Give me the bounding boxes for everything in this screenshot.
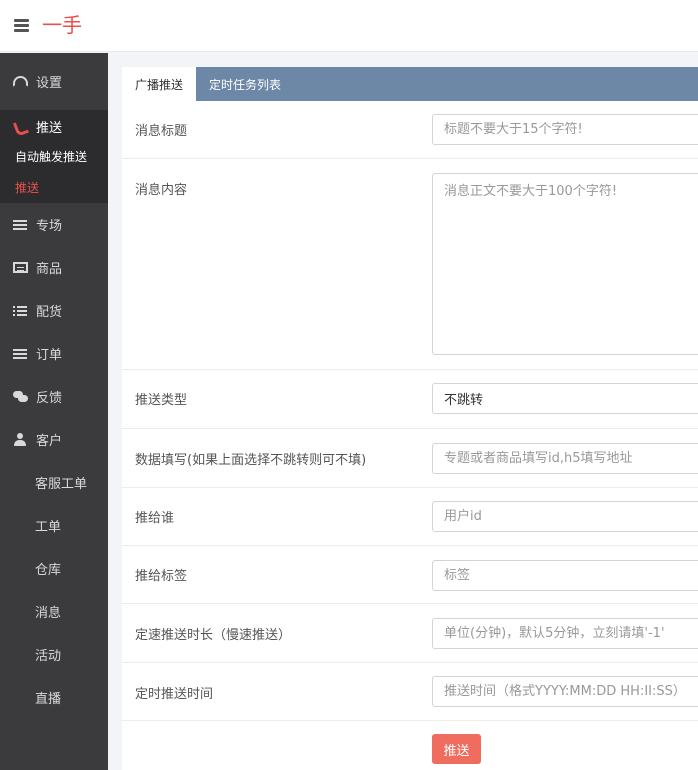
form-row-target: 推给谁	[122, 488, 698, 546]
list-icon	[13, 347, 28, 361]
tag-input[interactable]	[432, 560, 698, 591]
sidebar-item-special[interactable]: 专场	[0, 203, 108, 246]
form-row-duration: 定速推送时长（慢速推送）	[122, 604, 698, 663]
title-label: 消息标题	[135, 124, 188, 139]
sidebar-item-distribution[interactable]: 配货	[0, 289, 108, 332]
push-submit-button[interactable]: 推送	[432, 734, 481, 764]
sidebar-item-label: 商品	[36, 262, 63, 277]
sidebar-item-push[interactable]: 推送	[0, 110, 108, 141]
ordered-list-icon	[13, 304, 28, 318]
sidebar-item-messages[interactable]: 消息	[0, 590, 108, 633]
sidebar-subitem-push[interactable]: 推送	[0, 172, 108, 203]
sidebar-item-goods[interactable]: 商品	[0, 246, 108, 289]
duration-input[interactable]	[432, 618, 698, 649]
form-row-type: 推送类型 不跳转	[122, 370, 698, 429]
content-textarea[interactable]	[432, 173, 698, 355]
sidebar-item-label: 客户	[36, 434, 63, 449]
brand-logo: 一手	[42, 13, 82, 37]
data-label: 数据填写(如果上面选择不跳转则可不填)	[135, 453, 367, 468]
sidebar-item-warehouse[interactable]: 仓库	[0, 547, 108, 590]
form-row-tag: 推给标签	[122, 546, 698, 604]
comments-icon	[13, 390, 28, 404]
sidebar-item-settings[interactable]: 设置	[0, 53, 108, 110]
sidebar: 设置 推送 自动触发推送 推送 专场 商品 配货 订单 反馈 客户 客服工单 工…	[0, 53, 108, 770]
sidebar-subitem-auto-push[interactable]: 自动触发推送	[0, 141, 108, 172]
data-input[interactable]	[432, 443, 698, 474]
target-label: 推给谁	[135, 511, 175, 526]
sidebar-item-tickets[interactable]: 工单	[0, 504, 108, 547]
user-id-input[interactable]	[432, 501, 698, 532]
form-row-content: 消息内容	[122, 159, 698, 370]
card-icon	[13, 262, 28, 273]
sidebar-item-live[interactable]: 直播	[0, 676, 108, 719]
tab-scheduled-tasks[interactable]: 定时任务列表	[196, 67, 294, 101]
dashboard-icon	[13, 76, 28, 87]
tab-bar: 广播推送 定时任务列表	[122, 67, 698, 101]
phone-icon	[13, 120, 28, 134]
push-type-value: 不跳转	[444, 393, 484, 408]
form-row-schedule: 定时推送时间	[122, 663, 698, 721]
schedule-label: 定时推送时间	[135, 687, 214, 702]
main-panel: 广播推送 定时任务列表 消息标题 消息内容 推送类型 不跳转 数据填写(如果上面…	[122, 67, 698, 770]
sidebar-item-label: 配货	[36, 305, 63, 320]
hamburger-icon[interactable]	[14, 19, 29, 32]
title-input[interactable]	[432, 114, 698, 145]
push-type-select[interactable]: 不跳转	[432, 383, 698, 414]
sidebar-item-activities[interactable]: 活动	[0, 633, 108, 676]
sidebar-item-customers[interactable]: 客户	[0, 418, 108, 461]
content-label: 消息内容	[135, 183, 188, 198]
tab-broadcast-push[interactable]: 广播推送	[122, 67, 197, 101]
list-icon	[13, 218, 28, 232]
push-type-label: 推送类型	[135, 393, 188, 408]
sidebar-item-label: 反馈	[36, 391, 63, 406]
sidebar-item-label: 推送	[36, 121, 63, 136]
tag-label: 推给标签	[135, 569, 188, 584]
top-bar: 一手	[0, 0, 698, 52]
form-row-title: 消息标题	[122, 101, 698, 159]
schedule-time-input[interactable]	[432, 676, 698, 707]
form-row-data: 数据填写(如果上面选择不跳转则可不填)	[122, 429, 698, 488]
sidebar-item-label: 订单	[36, 348, 63, 363]
user-icon	[13, 432, 28, 447]
sidebar-item-label: 专场	[36, 219, 63, 234]
duration-label: 定速推送时长（慢速推送）	[135, 628, 292, 643]
sidebar-item-feedback[interactable]: 反馈	[0, 375, 108, 418]
sidebar-item-orders[interactable]: 订单	[0, 332, 108, 375]
sidebar-item-label: 设置	[36, 76, 63, 91]
sidebar-item-service-tickets[interactable]: 客服工单	[0, 461, 108, 504]
